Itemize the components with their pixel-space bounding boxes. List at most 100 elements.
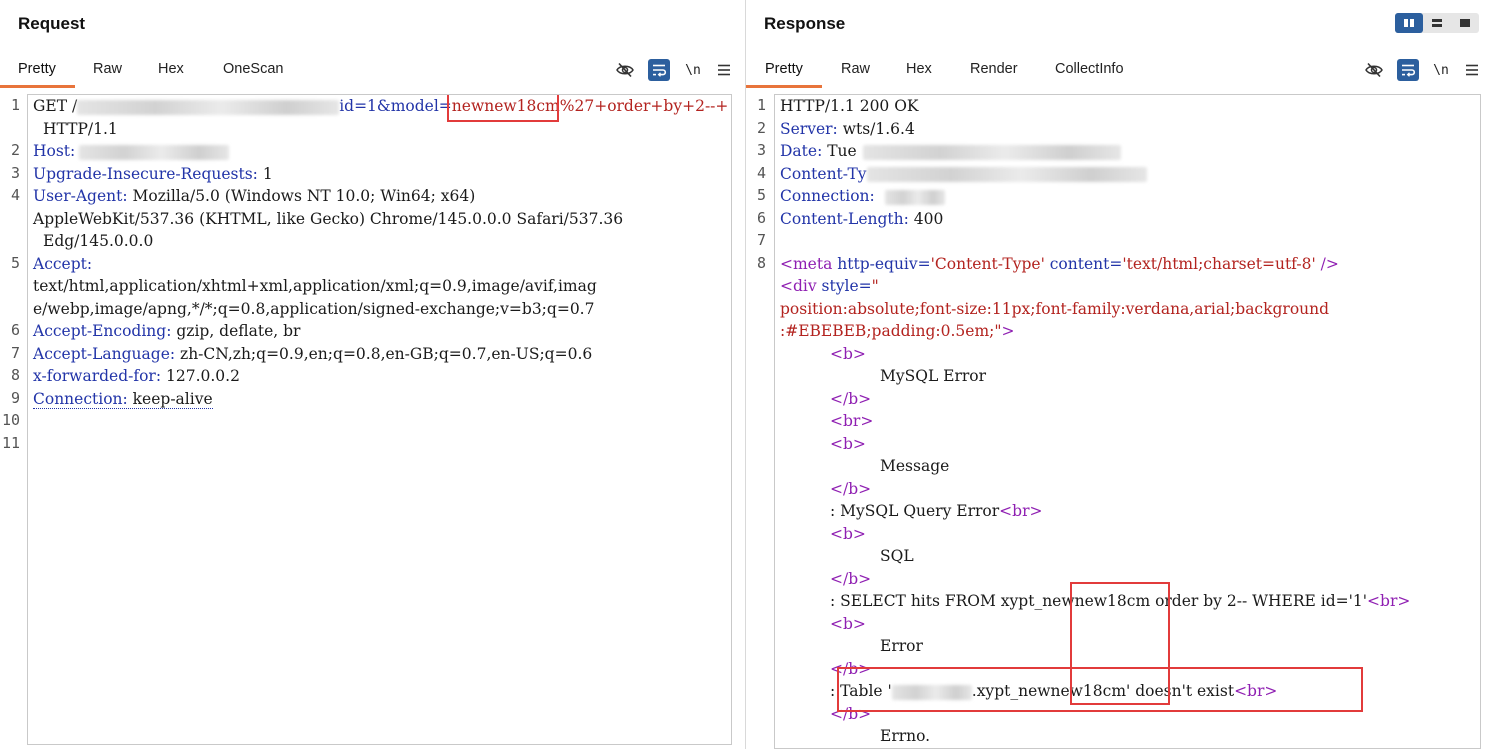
request-line-7: Accept-Language: zh-CN,zh;q=0.9,en;q=0.8…: [33, 343, 592, 366]
response-line-6: Content-Length: 400: [780, 208, 943, 231]
header-value-cont: Edg/145.0.0.0: [43, 232, 154, 250]
header-value: keep-alive: [127, 389, 213, 408]
injection-payload: %27+order+by+2--+: [559, 97, 729, 115]
html-attr-value: ": [871, 277, 879, 295]
html-tag: </b>: [830, 659, 872, 678]
redacted-connection: [884, 189, 945, 205]
line-number: 1: [10, 96, 20, 114]
header-value: 1: [257, 164, 273, 183]
request-method: GET /: [33, 97, 78, 115]
tab-response-hex[interactable]: Hex: [906, 61, 932, 77]
split-horizontal-icon[interactable]: [1423, 13, 1451, 33]
header-x-forwarded-for: x-forwarded-for:: [33, 367, 162, 385]
error-text: : Table ': [830, 682, 892, 700]
line-number: 4: [10, 186, 20, 204]
word-wrap-icon[interactable]: [648, 59, 670, 81]
tab-response-render[interactable]: Render: [970, 61, 1018, 77]
request-title: Request: [18, 14, 86, 33]
html-tag: <br>: [999, 502, 1043, 520]
header-value: zh-CN,zh;q=0.9,en;q=0.8,en-GB;q=0.7,en-U…: [175, 344, 593, 363]
line-number: 8: [756, 253, 766, 272]
error-label: Errno.: [880, 727, 931, 745]
line-number: 6: [756, 208, 766, 227]
line-number: 5: [10, 253, 20, 272]
html-tag: </b>: [830, 479, 872, 498]
menu-icon[interactable]: [1461, 59, 1483, 81]
single-view-icon[interactable]: [1451, 13, 1479, 33]
error-text: .xypt_newnew18cm' doesn't exist: [971, 682, 1235, 700]
active-tab-underline: [746, 85, 822, 88]
request-line-2: Host:: [33, 140, 230, 163]
line-number: 7: [10, 343, 20, 362]
tab-request-hex[interactable]: Hex: [158, 61, 184, 77]
header-date: Date:: [780, 142, 823, 160]
html-tag: >: [1001, 322, 1015, 340]
header-host: Host:: [33, 142, 76, 160]
request-line-8: x-forwarded-for: 127.0.0.2: [33, 365, 240, 388]
header-connection: Connection:: [780, 187, 875, 205]
menu-icon[interactable]: [713, 59, 735, 81]
header-value-cont: AppleWebKit/537.36 (KHTML, like Gecko) C…: [33, 209, 624, 228]
injected-table-name: newnew18cm: [451, 97, 560, 115]
response-line-4: Content-Ty: [780, 163, 1147, 186]
line-number: 2: [10, 141, 20, 159]
line-number: 11: [1, 433, 20, 452]
hide-nonprintable-icon[interactable]: [1363, 59, 1385, 81]
html-attr-value: 'text/html;charset=utf-8': [1122, 254, 1316, 273]
line-number: 7: [756, 231, 766, 249]
request-editor[interactable]: GET / id=1&model=newnew18cm%27+order+by+2…: [27, 94, 732, 745]
line-number: 5: [756, 186, 766, 204]
response-title: Response: [764, 14, 846, 33]
header-accept-encoding: Accept-Encoding:: [33, 322, 172, 340]
html-tag: </b>: [830, 569, 872, 588]
html-attr-value-end: :#EBEBEB;padding:0.5em;">: [780, 320, 1015, 343]
tab-request-pretty[interactable]: Pretty: [18, 61, 56, 77]
request-protocol: HTTP/1.1: [43, 119, 118, 138]
hide-nonprintable-icon[interactable]: [614, 59, 636, 81]
tab-response-raw[interactable]: Raw: [841, 61, 870, 77]
html-attr-value: :#EBEBEB;padding:0.5em;": [780, 322, 1002, 340]
tab-response-pretty[interactable]: Pretty: [765, 61, 803, 77]
error-message-line: : MySQL Query Error<br>: [830, 500, 1042, 523]
split-vertical-icon[interactable]: [1395, 13, 1423, 33]
request-line-6: Accept-Encoding: gzip, deflate, br: [33, 320, 300, 343]
word-wrap-icon[interactable]: [1397, 59, 1419, 81]
newline-toggle-icon[interactable]: \n: [1430, 59, 1452, 81]
line-number: 2: [756, 118, 766, 137]
response-line-3: Date: Tue: [780, 140, 1121, 163]
tab-response-collectinfo[interactable]: CollectInfo: [1055, 61, 1124, 77]
html-attr-value: 'Content-Type': [930, 254, 1045, 273]
request-line-4: User-Agent: Mozilla/5.0 (Windows NT 10.0…: [33, 185, 475, 208]
header-value: 400: [908, 209, 944, 228]
request-line-3: Upgrade-Insecure-Requests: 1: [33, 163, 273, 186]
html-tag: <b>: [830, 614, 866, 633]
header-accept-language: Accept-Language:: [33, 344, 176, 363]
redacted-host: [79, 144, 230, 160]
line-number: 3: [10, 163, 20, 182]
response-status-line: HTTP/1.1 200 OK: [780, 97, 919, 115]
tab-request-raw[interactable]: Raw: [93, 61, 122, 77]
response-code: HTTP/1.1 200 OK Server: wts/1.6.4 Date: …: [780, 95, 1410, 745]
header-user-agent: User-Agent:: [33, 187, 128, 205]
redacted-date: [862, 144, 1121, 160]
html-tag: <b>: [830, 524, 866, 543]
request-line-1: GET / id=1&model=newnew18cm%27+order+by+2…: [33, 95, 728, 118]
newline-toggle-icon[interactable]: \n: [682, 59, 704, 81]
header-value: 127.0.0.2: [161, 367, 240, 385]
response-line-5: Connection:: [780, 185, 945, 208]
request-line-5: Accept:: [33, 253, 92, 276]
response-editor[interactable]: HTTP/1.1 200 OK Server: wts/1.6.4 Date: …: [774, 94, 1481, 749]
html-tag: <br>: [830, 412, 874, 430]
response-tab-bar: Pretty Raw Hex Render CollectInfo \n: [746, 52, 1485, 90]
html-tag: <br>: [1234, 682, 1278, 700]
html-tag: </b>: [830, 704, 872, 723]
tab-request-onescan[interactable]: OneScan: [223, 61, 283, 77]
error-text: : MySQL Query Error: [830, 502, 1000, 520]
header-value-cont: e/webp,image/apng,*/*;q=0.8,application/…: [33, 299, 595, 318]
line-number: 4: [756, 163, 766, 182]
active-tab-underline: [0, 85, 75, 88]
redacted-content-type: [866, 167, 1147, 182]
error-label: SQL: [880, 547, 914, 565]
html-attr: http-equiv=: [832, 254, 931, 273]
request-code: GET / id=1&model=newnew18cm%27+order+by+2…: [33, 95, 728, 409]
